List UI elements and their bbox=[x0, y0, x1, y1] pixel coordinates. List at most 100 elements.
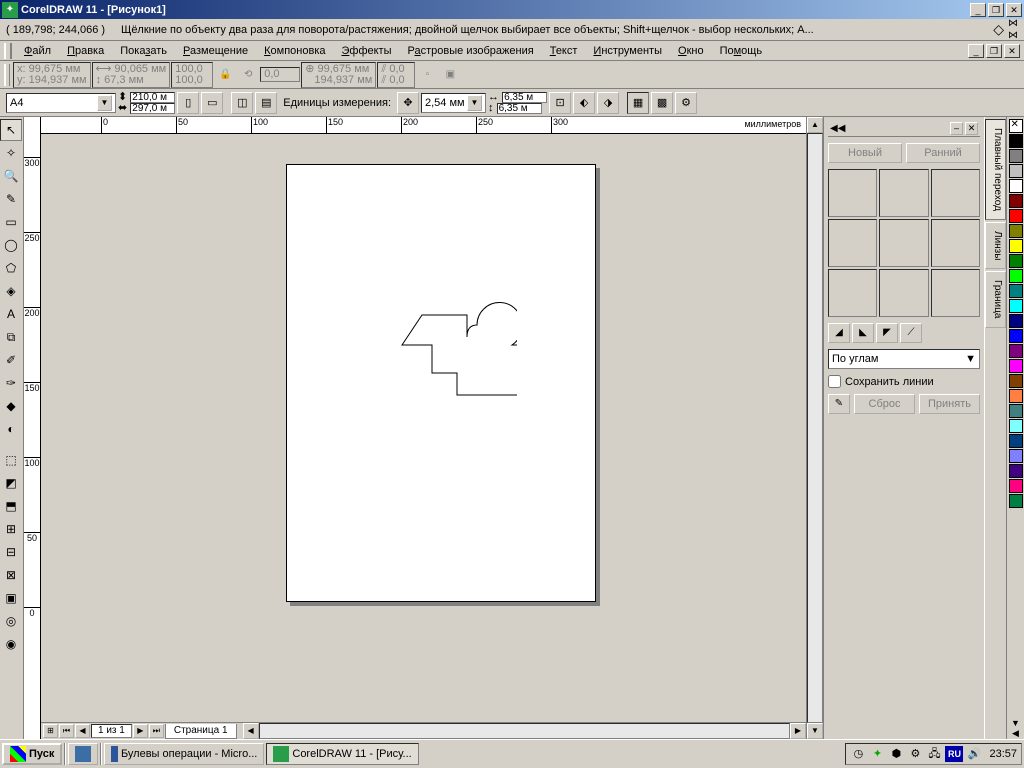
color-swatch[interactable] bbox=[1009, 329, 1023, 343]
language-indicator[interactable]: RU bbox=[945, 746, 963, 762]
keep-lines-check[interactable]: Сохранить линии bbox=[828, 375, 980, 388]
vertical-scrollbar[interactable]: ▲ ▼ bbox=[806, 117, 823, 739]
fill-tool[interactable]: ◆ bbox=[0, 395, 22, 417]
scroll-up[interactable]: ▲ bbox=[807, 117, 823, 133]
mdi-minimize[interactable]: _ bbox=[968, 44, 984, 58]
duplicate-offset[interactable]: ↔ ↕ bbox=[488, 92, 547, 114]
page-width[interactable] bbox=[130, 92, 175, 103]
paper-size-combo[interactable]: A4▼ bbox=[6, 93, 116, 113]
palette-flyout[interactable]: ◀ bbox=[1012, 728, 1019, 739]
eyedropper-tool[interactable]: ✐ bbox=[0, 349, 22, 371]
options-button[interactable]: ⚙ bbox=[675, 92, 697, 114]
docker-tab-lens[interactable]: Линзы bbox=[985, 222, 1006, 269]
prev-page-button[interactable]: ◀ bbox=[75, 724, 90, 738]
page-height[interactable] bbox=[130, 103, 175, 114]
polygon-tool[interactable]: ⬠ bbox=[0, 257, 22, 279]
menu-view[interactable]: Показать bbox=[112, 43, 175, 59]
menu-edit[interactable]: Правка bbox=[59, 43, 112, 59]
menu-window[interactable]: Окно bbox=[670, 43, 712, 59]
freehand-tool[interactable]: ✎ bbox=[0, 188, 22, 210]
env-mode-1[interactable]: ◢ bbox=[828, 323, 850, 343]
preset-4[interactable] bbox=[828, 219, 877, 267]
canvas[interactable] bbox=[41, 134, 806, 722]
menu-tools[interactable]: Инструменты bbox=[585, 43, 670, 59]
page-dimensions[interactable]: ⬍ ⬌ bbox=[118, 92, 175, 114]
preset-8[interactable] bbox=[879, 269, 928, 317]
env-mode-3[interactable]: ◤ bbox=[876, 323, 898, 343]
docker-minimize[interactable]: – bbox=[950, 122, 963, 135]
snap-button-1[interactable]: ⊡ bbox=[549, 92, 571, 114]
preset-1[interactable] bbox=[828, 169, 877, 217]
tray-icon-3[interactable]: ⬢ bbox=[888, 746, 904, 762]
recent-envelope-button[interactable]: Ранний bbox=[906, 143, 980, 163]
rectangle-tool[interactable]: ▭ bbox=[0, 211, 22, 233]
snap-button-3[interactable]: ⬗ bbox=[597, 92, 619, 114]
preset-3[interactable] bbox=[931, 169, 980, 217]
clock[interactable]: 23:57 bbox=[985, 748, 1017, 760]
tray-icon-5[interactable]: 🖧 bbox=[926, 746, 942, 762]
portrait-button[interactable]: ▯ bbox=[177, 92, 199, 114]
color-swatch[interactable] bbox=[1009, 194, 1023, 208]
color-swatch[interactable] bbox=[1009, 419, 1023, 433]
lock-ratio[interactable]: 🔒 bbox=[214, 64, 236, 86]
docker-tab-blend[interactable]: Плавный переход bbox=[985, 119, 1006, 220]
text-tool[interactable]: A bbox=[0, 303, 22, 325]
no-color-swatch[interactable] bbox=[1009, 119, 1023, 133]
scroll-right[interactable]: ▶ bbox=[790, 723, 806, 739]
menu-arrange[interactable]: Компоновка bbox=[256, 43, 333, 59]
color-swatch[interactable] bbox=[1009, 299, 1023, 313]
menubar-grip[interactable] bbox=[4, 43, 12, 59]
minimize-button[interactable]: _ bbox=[970, 3, 986, 17]
extra-tool-8[interactable]: ◎ bbox=[0, 610, 22, 632]
extra-tool-3[interactable]: ⬒ bbox=[0, 495, 22, 517]
ellipse-tool[interactable]: ◯ bbox=[0, 234, 22, 256]
new-envelope-button[interactable]: Новый bbox=[828, 143, 902, 163]
relative-pos[interactable]: ▫ bbox=[416, 64, 438, 86]
envelope-presets[interactable] bbox=[828, 169, 980, 317]
color-swatch[interactable] bbox=[1009, 179, 1023, 193]
docker-close[interactable]: ✕ bbox=[965, 122, 978, 135]
quick-launch-1[interactable] bbox=[68, 743, 98, 765]
apply-dup[interactable]: ▣ bbox=[439, 64, 461, 86]
color-swatch[interactable] bbox=[1009, 149, 1023, 163]
mdi-close[interactable]: ✕ bbox=[1004, 44, 1020, 58]
dup-y[interactable] bbox=[497, 103, 542, 114]
color-swatch[interactable] bbox=[1009, 344, 1023, 358]
color-swatch[interactable] bbox=[1009, 464, 1023, 478]
color-swatch[interactable] bbox=[1009, 389, 1023, 403]
menu-bitmaps[interactable]: Растровые изображения bbox=[400, 43, 542, 59]
page-tab[interactable]: Страница 1 bbox=[165, 724, 237, 739]
color-swatch[interactable] bbox=[1009, 404, 1023, 418]
basic-shapes-tool[interactable]: ◈ bbox=[0, 280, 22, 302]
extra-tool-7[interactable]: ▣ bbox=[0, 587, 22, 609]
menu-file[interactable]: Файл bbox=[16, 43, 59, 59]
color-swatch[interactable] bbox=[1009, 359, 1023, 373]
preset-7[interactable] bbox=[828, 269, 877, 317]
preset-9[interactable] bbox=[931, 269, 980, 317]
nudge-distance[interactable]: 2,54 мм▼ bbox=[421, 93, 486, 113]
mapping-mode-combo[interactable]: По углам▼ bbox=[828, 349, 980, 369]
color-swatch[interactable] bbox=[1009, 164, 1023, 178]
extra-tool-9[interactable]: ◉ bbox=[0, 633, 22, 655]
horizontal-scrollbar[interactable]: ◀ ▶ bbox=[243, 723, 806, 739]
color-swatch[interactable] bbox=[1009, 284, 1023, 298]
color-swatch[interactable] bbox=[1009, 239, 1023, 253]
tray-icon-4[interactable]: ⚙ bbox=[907, 746, 923, 762]
extra-tool-5[interactable]: ⊟ bbox=[0, 541, 22, 563]
start-button[interactable]: Пуск bbox=[2, 743, 62, 765]
preset-6[interactable] bbox=[931, 219, 980, 267]
scroll-down[interactable]: ▼ bbox=[807, 723, 823, 739]
color-swatch[interactable] bbox=[1009, 449, 1023, 463]
add-page-button[interactable]: ⊞ bbox=[43, 724, 58, 738]
env-mode-4[interactable]: ⟋ bbox=[900, 323, 922, 343]
color-swatch[interactable] bbox=[1009, 254, 1023, 268]
interactive-fill-tool[interactable]: ◐ bbox=[0, 418, 22, 440]
snap-button-2[interactable]: ⬖ bbox=[573, 92, 595, 114]
apply-button[interactable]: Принять bbox=[919, 394, 980, 414]
extra-tool-1[interactable]: ⬚ bbox=[0, 449, 22, 471]
color-swatch[interactable] bbox=[1009, 314, 1023, 328]
menu-layout[interactable]: Размещение bbox=[175, 43, 256, 59]
maximize-button[interactable]: ❐ bbox=[988, 3, 1004, 17]
color-swatch[interactable] bbox=[1009, 374, 1023, 388]
drawing-shape[interactable] bbox=[367, 295, 517, 405]
